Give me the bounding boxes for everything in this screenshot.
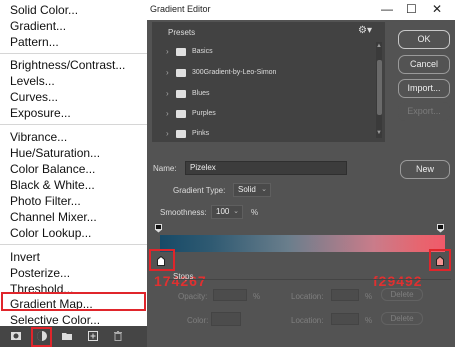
smoothness-value: 100 — [216, 207, 230, 216]
opacity-stop-right[interactable] — [437, 224, 444, 233]
chevron-right-icon: › — [166, 109, 169, 118]
folder-icon — [176, 130, 186, 138]
preset-folder-label: Blues — [192, 90, 210, 97]
menu-separator — [0, 124, 147, 125]
menu-separator — [0, 53, 147, 54]
smoothness-label: Smoothness: — [160, 208, 207, 217]
opacity-location-input[interactable] — [331, 289, 359, 301]
new-layer-icon[interactable] — [87, 330, 99, 342]
color-label: Color: — [187, 316, 209, 325]
preset-folder-label: Pinks — [192, 130, 210, 137]
menu-item-vibrance[interactable]: Vibrance... — [10, 130, 67, 144]
right-stop-highlight — [429, 249, 451, 271]
chevron-right-icon: › — [166, 47, 169, 56]
preset-folder[interactable]: › Basics — [152, 45, 377, 59]
smoothness-input[interactable]: 100 ⌄ — [211, 205, 243, 219]
menu-item-curves[interactable]: Curves... — [10, 90, 58, 104]
preset-folder[interactable]: › 300Gradient-by-Leo-Simon — [152, 66, 377, 80]
mask-icon[interactable] — [10, 330, 22, 342]
scroll-down-icon[interactable]: ▼ — [376, 130, 382, 136]
preset-folder-label: 300Gradient-by-Leo-Simon — [192, 69, 277, 76]
menu-item-posterize[interactable]: Posterize... — [10, 266, 70, 280]
gradient-editor-dialog: Gradient Editor — ☐ ✕ Presets ⚙▾ › Basic… — [147, 0, 455, 347]
chevron-down-icon: ⌄ — [261, 186, 267, 193]
preset-folder[interactable]: › Purples — [152, 107, 377, 121]
maximize-icon[interactable]: ☐ — [406, 2, 417, 16]
name-label: Name: — [153, 164, 177, 173]
opacity-location-unit: % — [365, 292, 373, 301]
trash-icon[interactable] — [112, 330, 124, 342]
presets-scroll-thumb[interactable] — [377, 60, 382, 115]
color-swatch[interactable] — [211, 312, 241, 326]
new-button[interactable]: New — [400, 160, 450, 179]
right-stop-hex-label: f29492 — [373, 273, 423, 289]
menu-separator — [0, 244, 147, 245]
color-delete-button[interactable]: Delete — [381, 312, 423, 325]
layers-toolbar — [0, 326, 147, 347]
menu-item-color-lookup[interactable]: Color Lookup... — [10, 226, 91, 240]
color-location-label: Location: — [291, 316, 324, 325]
menu-item-color-balance[interactable]: Color Balance... — [10, 162, 95, 176]
cancel-button[interactable]: Cancel — [398, 55, 450, 74]
gradient-map-highlight — [1, 292, 146, 311]
preset-folder[interactable]: › Pinks — [152, 127, 377, 141]
opacity-label: Opacity: — [178, 292, 208, 301]
chevron-right-icon: › — [166, 89, 169, 98]
left-stop-highlight — [149, 249, 175, 271]
menu-item-channel-mixer[interactable]: Channel Mixer... — [10, 210, 97, 224]
chevron-right-icon: › — [166, 68, 169, 77]
menu-item-exposure[interactable]: Exposure... — [10, 106, 71, 120]
adjustment-layer-menu: Solid Color... Gradient... Pattern... Br… — [0, 0, 147, 347]
stops-divider — [169, 279, 451, 280]
folder-icon — [176, 110, 186, 118]
ok-button[interactable]: OK — [398, 30, 450, 49]
preset-folder-label: Purples — [192, 110, 216, 117]
preset-folder-label: Basics — [192, 48, 213, 55]
folder-icon — [176, 90, 186, 98]
opacity-delete-button[interactable]: Delete — [381, 288, 423, 301]
menu-item-pattern[interactable]: Pattern... — [10, 35, 59, 49]
minimize-icon[interactable]: — — [381, 2, 393, 16]
chevron-down-icon: ⌄ — [233, 208, 239, 215]
opacity-unit: % — [253, 292, 261, 301]
title-bar: Gradient Editor — ☐ ✕ — [147, 0, 455, 20]
presets-heading: Presets — [168, 28, 196, 37]
adjustment-button-highlight — [31, 327, 52, 347]
opacity-input[interactable] — [213, 289, 247, 301]
menu-item-levels[interactable]: Levels... — [10, 74, 55, 88]
import-button[interactable]: Import... — [398, 79, 450, 98]
smoothness-unit: % — [251, 208, 259, 217]
gear-icon[interactable]: ⚙▾ — [358, 25, 372, 36]
scroll-up-icon[interactable]: ▲ — [376, 43, 382, 49]
name-input[interactable]: Pizelex — [185, 161, 347, 175]
menu-item-brightness-contrast[interactable]: Brightness/Contrast... — [10, 58, 125, 72]
export-button[interactable]: Export... — [398, 102, 450, 121]
presets-panel: Presets ⚙▾ › Basics › 300Gradient-by-Leo… — [152, 22, 385, 142]
menu-item-hue-saturation[interactable]: Hue/Saturation... — [10, 146, 100, 160]
chevron-right-icon: › — [166, 129, 169, 138]
dialog-title: Gradient Editor — [150, 4, 211, 14]
menu-item-solid-color[interactable]: Solid Color... — [10, 3, 78, 17]
opacity-location-label: Location: — [291, 292, 324, 301]
color-location-input[interactable] — [331, 313, 359, 325]
preset-folder[interactable]: › Blues — [152, 87, 377, 101]
menu-item-gradient[interactable]: Gradient... — [10, 19, 66, 33]
color-location-unit: % — [365, 316, 373, 325]
close-icon[interactable]: ✕ — [432, 2, 442, 16]
opacity-stop-left[interactable] — [155, 224, 162, 233]
menu-item-black-white[interactable]: Black & White... — [10, 178, 95, 192]
gradient-preview-bar[interactable] — [160, 235, 445, 252]
gradient-type-label: Gradient Type: — [173, 186, 226, 195]
gradient-type-value: Solid — [238, 185, 256, 194]
gradient-type-select[interactable]: Solid ⌄ — [233, 183, 271, 197]
folder-icon — [176, 48, 186, 56]
folder-icon[interactable] — [61, 330, 73, 342]
folder-icon — [176, 69, 186, 77]
menu-item-selective-color[interactable]: Selective Color... — [10, 313, 100, 327]
menu-item-photo-filter[interactable]: Photo Filter... — [10, 194, 81, 208]
menu-item-invert[interactable]: Invert — [10, 250, 40, 264]
